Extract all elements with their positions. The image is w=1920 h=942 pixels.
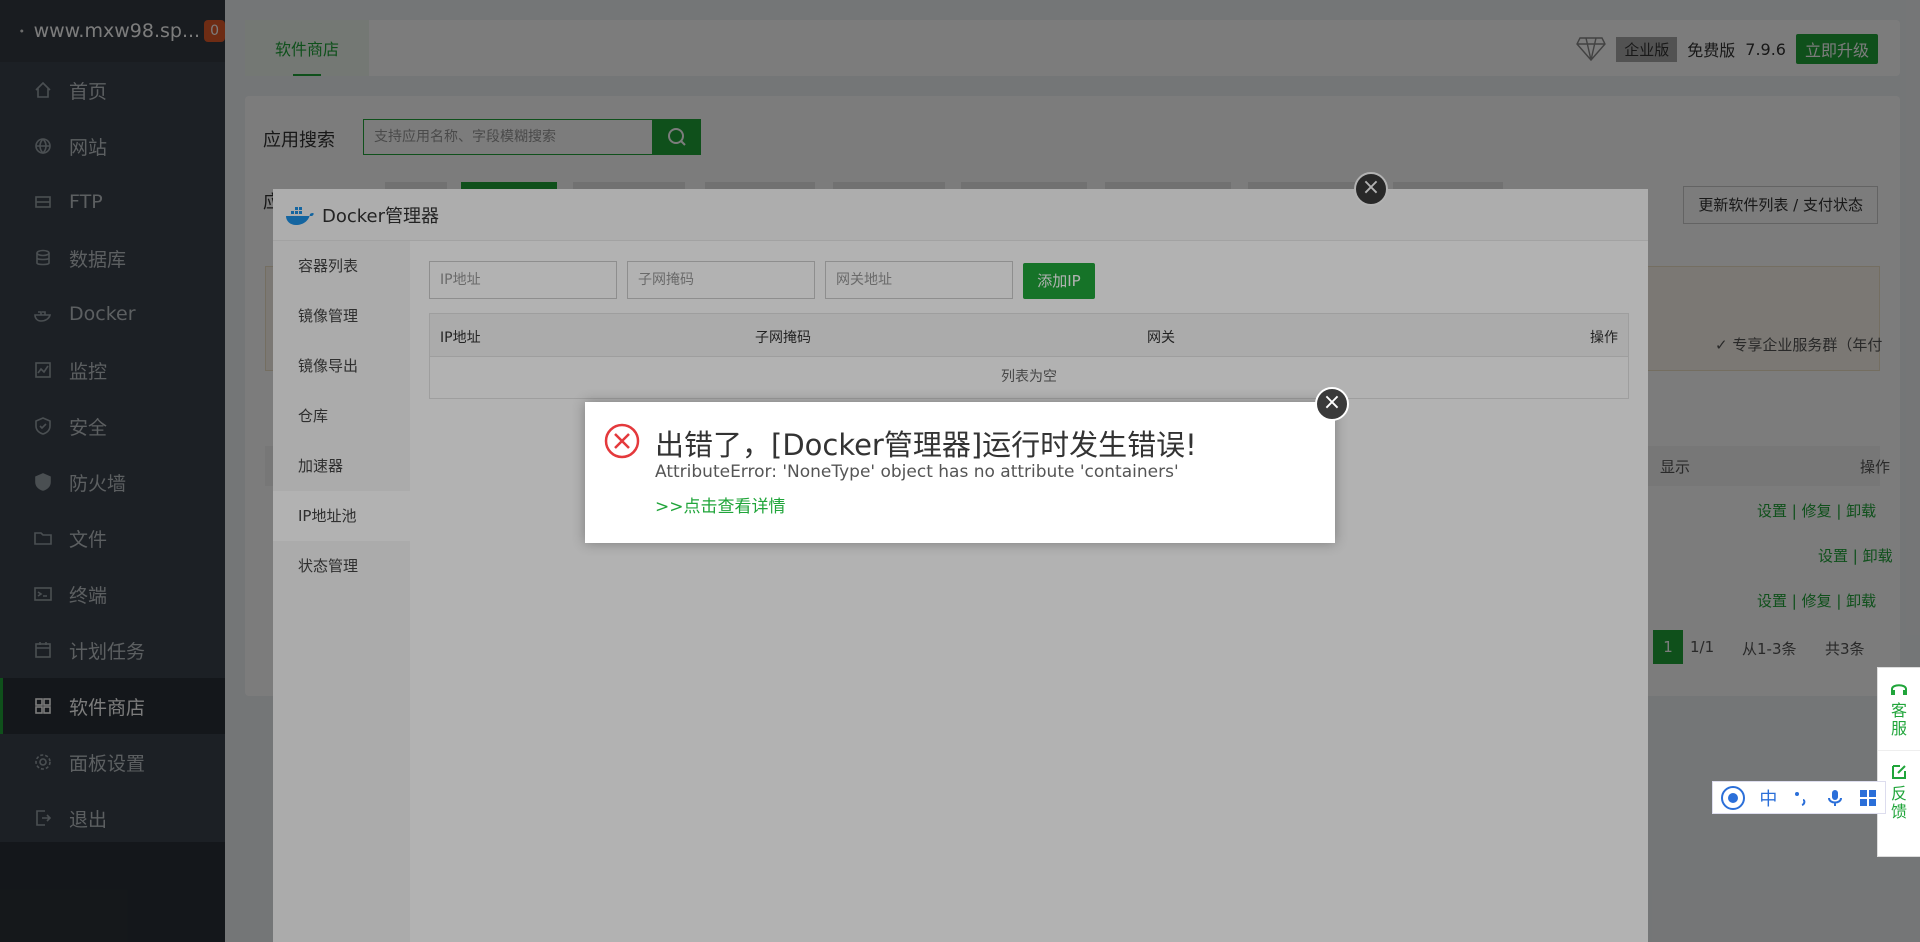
error-dialog: 出错了，[Docker管理器]运行时发生错误! AttributeError: …	[585, 402, 1335, 543]
close-icon: ×	[1322, 390, 1342, 415]
floating-sidebar: 客服 反馈	[1877, 667, 1920, 857]
ifly-input-toolbar: 中	[1712, 781, 1886, 814]
headset-icon	[1891, 684, 1907, 695]
error-dialog-close-button[interactable]: ×	[1315, 387, 1349, 421]
toolbox-icon[interactable]	[1858, 788, 1878, 808]
microphone-icon[interactable]	[1825, 788, 1845, 808]
error-message: AttributeError: 'NoneType' object has no…	[655, 462, 1179, 482]
chinese-mode-button[interactable]: 中	[1759, 785, 1777, 811]
edit-icon	[1892, 765, 1906, 779]
error-details-link[interactable]: >>点击查看详情	[655, 492, 786, 517]
punctuation-icon[interactable]	[1791, 788, 1811, 808]
ifly-logo-icon[interactable]	[1720, 785, 1746, 811]
error-title: 出错了，[Docker管理器]运行时发生错误!	[655, 428, 1197, 462]
feedback-label: 反馈	[1890, 784, 1907, 821]
customer-service-button[interactable]: 客服	[1878, 668, 1920, 738]
customer-service-label: 客服	[1890, 701, 1907, 738]
error-icon	[604, 423, 640, 459]
